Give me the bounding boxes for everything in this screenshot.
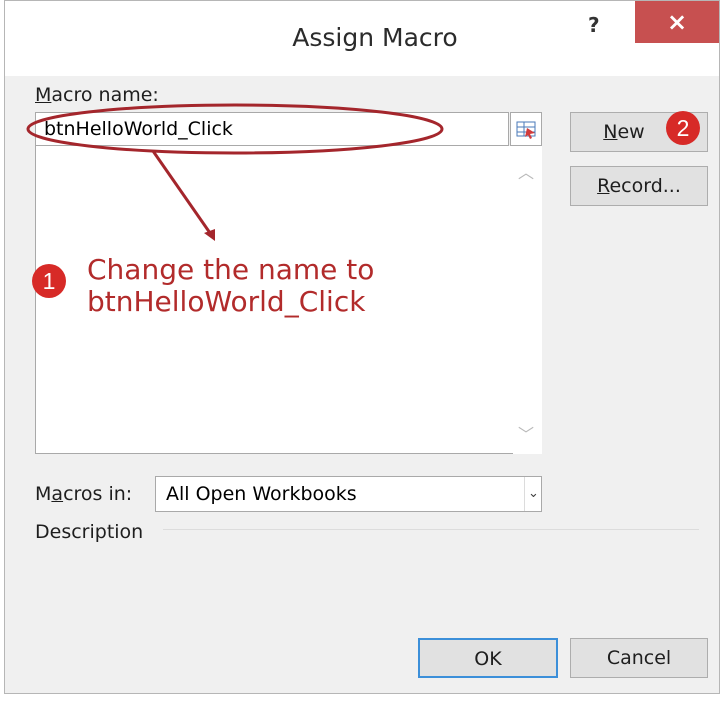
step-badge-2: 2 [666,111,700,145]
annotation-text: Change the name to btnHelloWorld_Click [87,254,374,318]
annotation-arrow [151,150,212,234]
annotation-overlay [26,103,444,241]
highlight-ellipse [26,103,444,155]
assign-macro-dialog: Assign Macro ? × Macro name: btnHelloWor… [4,0,720,694]
step-badge-1: 1 [32,264,66,298]
annotation-line-2: btnHelloWorld_Click [87,285,366,318]
annotation-line-1: Change the name to [87,253,375,286]
